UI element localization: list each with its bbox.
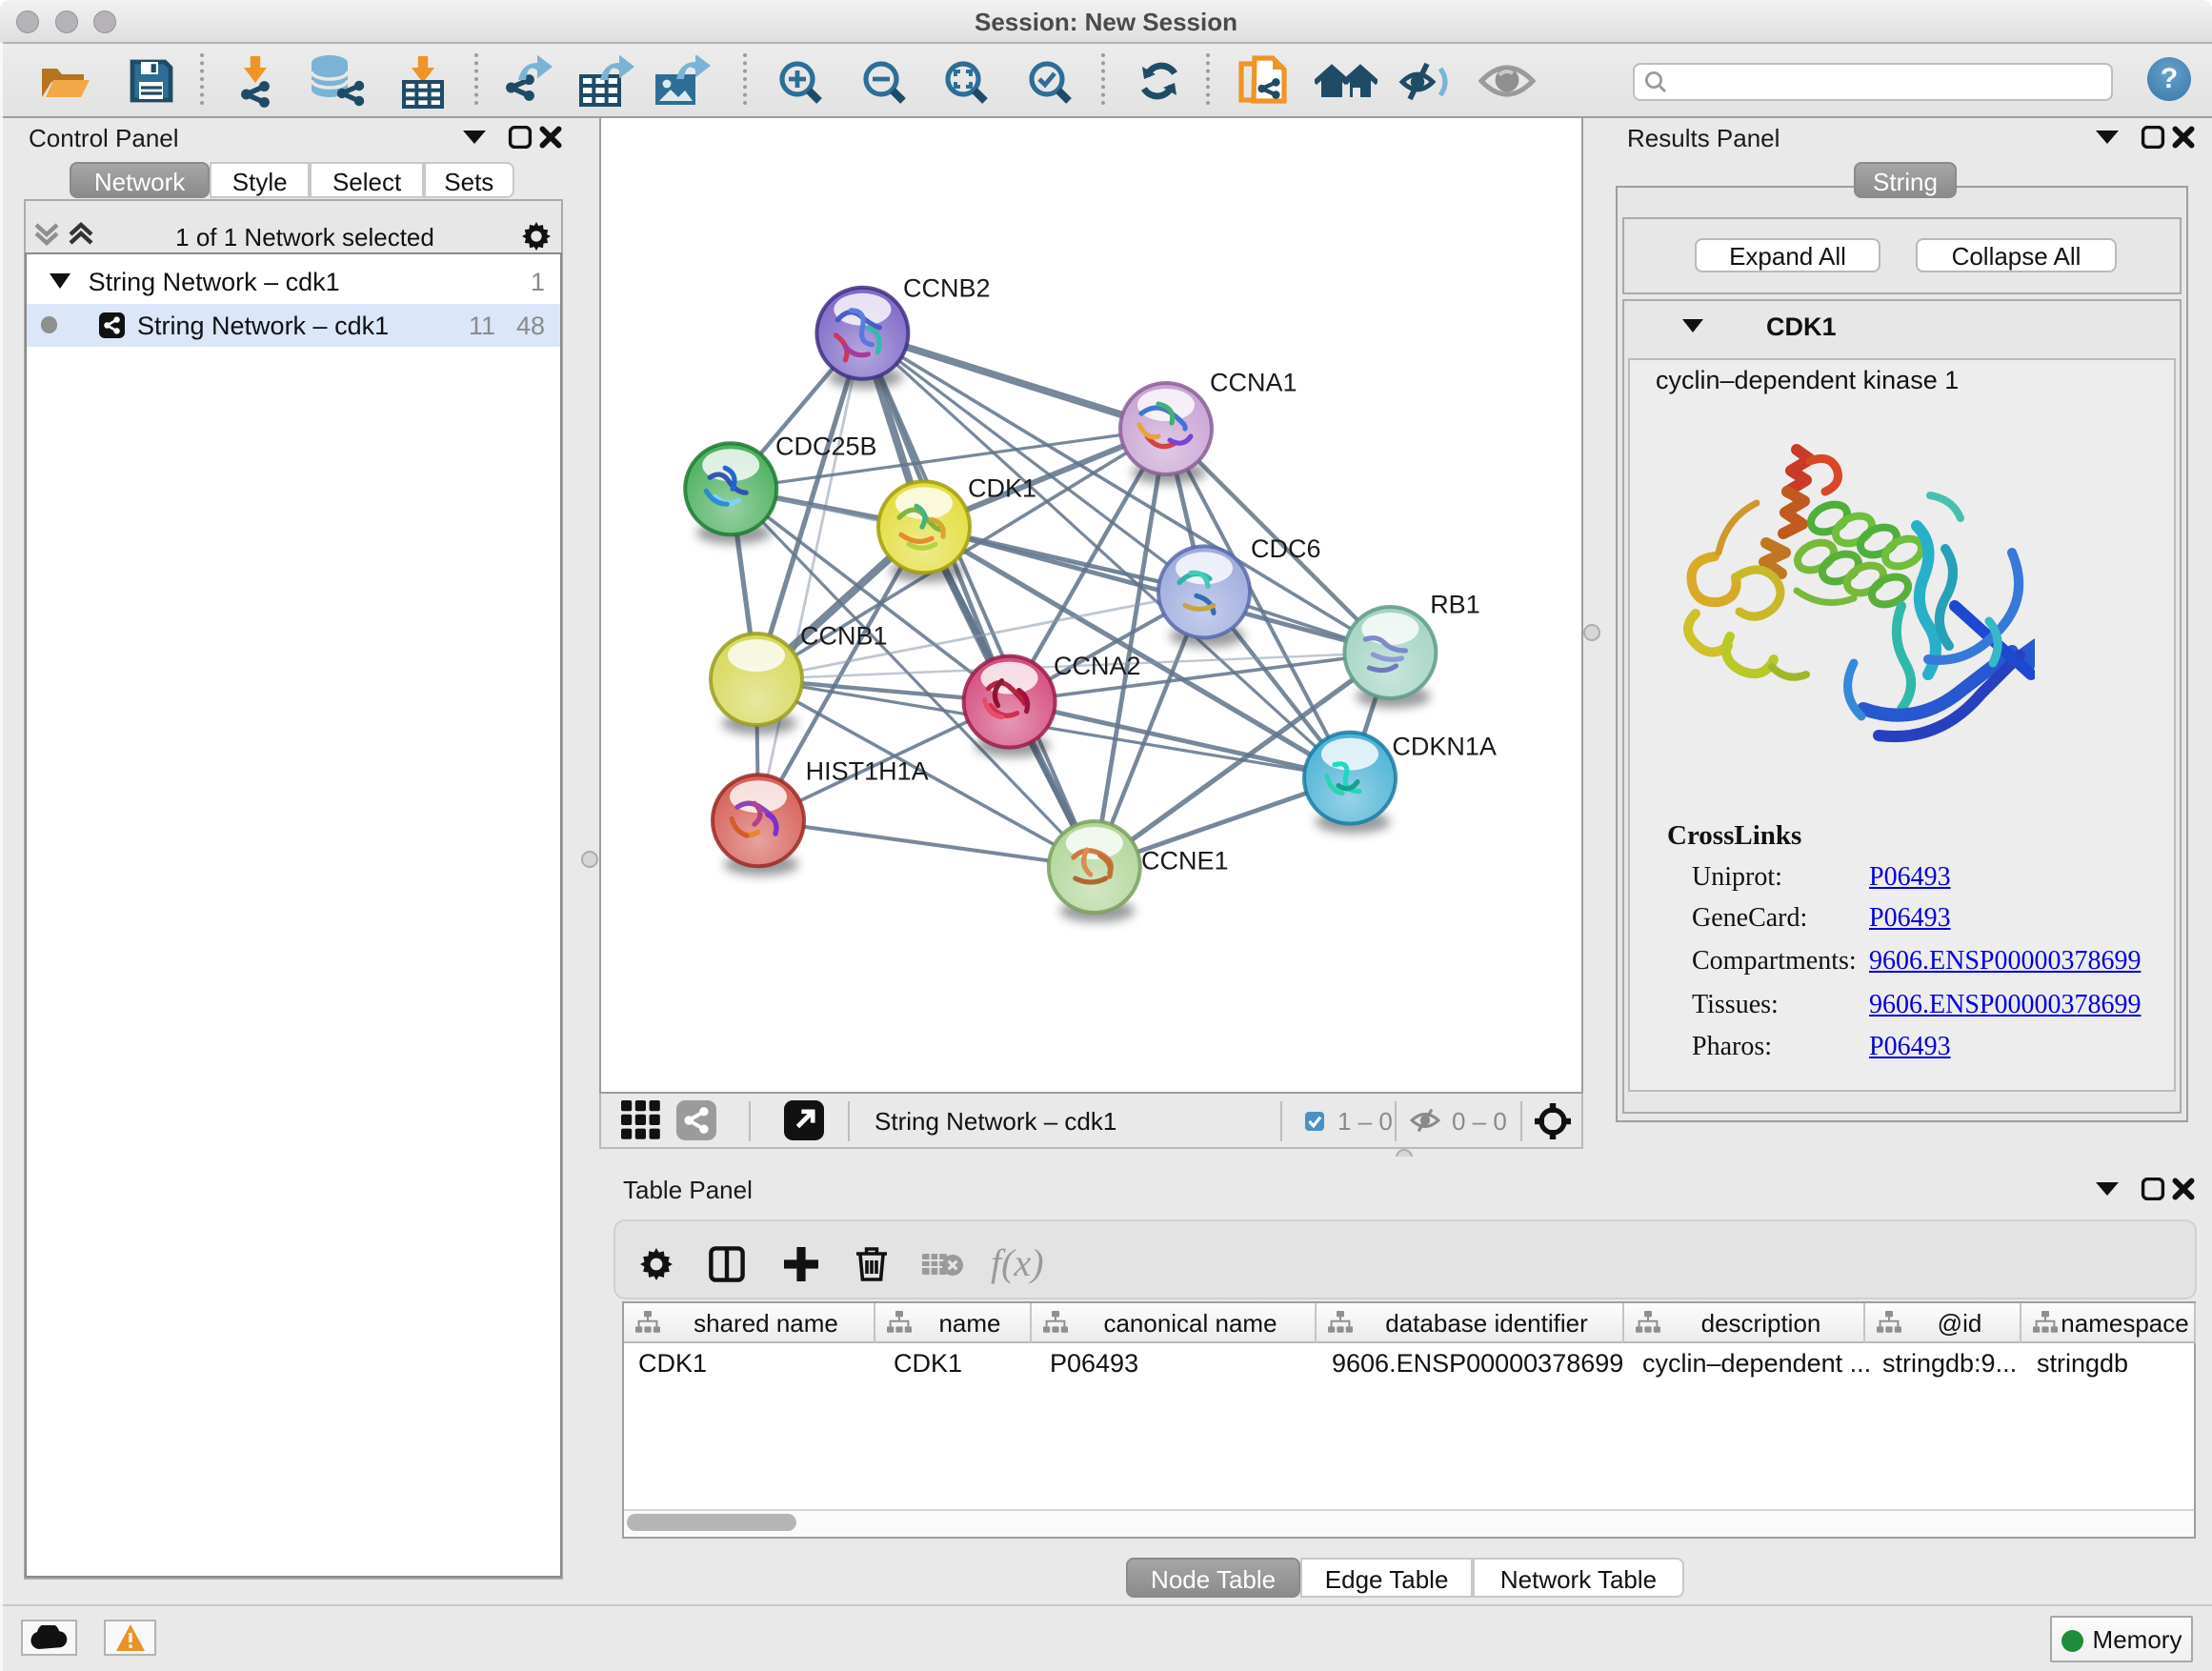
svg-text:CCNB1: CCNB1 [800,622,888,651]
svg-text:HIST1H1A: HIST1H1A [806,756,929,785]
svg-text:RB1: RB1 [1430,591,1480,619]
svg-text:CDKN1A: CDKN1A [1392,733,1497,761]
svg-text:CCNA2: CCNA2 [1054,652,1141,680]
svg-text:CDC6: CDC6 [1251,534,1321,563]
svg-text:CCNB2: CCNB2 [903,274,991,303]
svg-text:CCNE1: CCNE1 [1141,846,1229,875]
svg-text:CDC25B: CDC25B [775,433,877,461]
svg-text:CDK1: CDK1 [968,473,1036,502]
svg-text:CCNA1: CCNA1 [1210,368,1297,396]
